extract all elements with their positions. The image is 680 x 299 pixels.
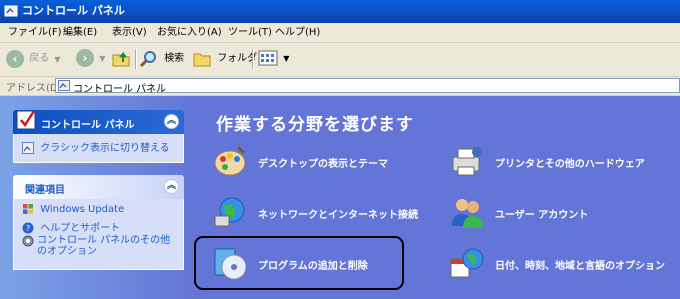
other-options-link[interactable]: コントロール パネルのその他のオプション	[22, 235, 172, 257]
address-label: アドレス(D)	[6, 83, 62, 94]
views-icon	[258, 50, 278, 66]
address-value: コントロール パネル	[73, 84, 167, 95]
category-appearance-label: デスクトップの表示とテーマ	[258, 159, 388, 170]
windows-update-label: Windows Update	[40, 204, 125, 215]
classic-view-label: クラシック表示に切り替える	[40, 143, 170, 154]
control-panel-icon	[58, 80, 70, 91]
collapse-icon[interactable]: ︽	[164, 179, 179, 194]
palette-icon	[214, 145, 246, 176]
search-label: 検索	[164, 53, 185, 64]
category-network-label: ネットワークとインターネット接続	[258, 210, 418, 221]
category-printers-label: プリンタとその他のハードウェア	[495, 159, 645, 170]
help-support-label: ヘルプとサポート	[40, 223, 121, 234]
search-icon	[139, 51, 156, 68]
printer-icon	[452, 147, 482, 176]
left-pane: コントロール パネル ︽ クラシック表示に切り替える 関連項目 ︽ Window…	[0, 96, 197, 299]
back-dropdown-icon[interactable]: ▼	[54, 55, 60, 64]
collapse-icon[interactable]: ︽	[164, 114, 179, 129]
control-panel-header-title: コントロール パネル	[41, 120, 135, 131]
control-panel-header[interactable]: コントロール パネル ︽	[13, 110, 184, 134]
menu-file[interactable]: ファイル(F)	[8, 26, 62, 39]
menu-help[interactable]: ヘルプ(H)	[275, 26, 320, 39]
search-button[interactable]: 検索	[139, 48, 184, 70]
highlight-outline	[194, 236, 404, 290]
address-input[interactable]: コントロール パネル	[55, 78, 680, 95]
back-button[interactable]: ‹ 戻る ▼	[6, 48, 61, 70]
window-title: コントロール パネル	[22, 4, 125, 17]
help-icon: ?	[22, 222, 34, 234]
classic-view-link[interactable]: クラシック表示に切り替える	[22, 139, 170, 154]
views-dropdown-icon[interactable]: ▼	[283, 54, 289, 63]
calendar-globe-icon	[450, 248, 484, 278]
control-panel-icon	[4, 5, 18, 17]
toolbar: ‹ 戻る ▼ › ▼ 検索 フォルダ ▼	[0, 43, 680, 77]
views-button[interactable]: ▼	[258, 48, 289, 70]
forward-button[interactable]: › ▼	[76, 48, 105, 70]
network-globe-icon	[214, 197, 245, 227]
other-options-label: コントロール パネルのその他のオプション	[37, 235, 171, 257]
related-topics-header[interactable]: 関連項目 ︽	[13, 175, 184, 199]
control-panel-panel-body: クラシック表示に切り替える	[13, 134, 184, 163]
help-support-link[interactable]: ? ヘルプとサポート	[22, 219, 120, 234]
control-panel-icon	[22, 142, 34, 154]
menu-favorites[interactable]: お気に入り(A)	[157, 26, 222, 39]
windows-flag-icon	[23, 204, 33, 214]
page-title: 作業する分野を選びます	[216, 115, 414, 135]
address-bar: アドレス(D) コントロール パネル	[0, 77, 680, 96]
folder-icon	[193, 53, 211, 67]
menu-view[interactable]: 表示(V)	[112, 26, 147, 39]
windows-update-link[interactable]: Windows Update	[22, 203, 124, 215]
category-user-accounts-label: ユーザー アカウント	[495, 210, 589, 221]
gear-icon	[22, 235, 34, 247]
forward-dropdown-icon[interactable]: ▼	[99, 54, 105, 63]
menu-bar: ファイル(F) 編集(E) 表示(V) お気に入り(A) ツール(T) ヘルプ(…	[0, 23, 680, 43]
svg-text:?: ?	[26, 224, 30, 233]
back-label: 戻る	[29, 53, 50, 64]
users-icon	[452, 199, 483, 228]
control-panel-check-icon	[16, 110, 36, 130]
up-folder-icon	[112, 51, 130, 67]
category-date-time-label: 日付、時刻、地域と言語のオプション	[495, 261, 665, 272]
forward-arrow-icon: ›	[76, 49, 94, 67]
up-folder-button[interactable]	[111, 48, 131, 70]
folders-button[interactable]: フォルダ	[192, 48, 257, 70]
back-arrow-icon: ‹	[6, 50, 24, 68]
related-topics-title: 関連項目	[25, 185, 65, 196]
menu-tools[interactable]: ツール(T)	[228, 26, 272, 39]
menu-edit[interactable]: 編集(E)	[63, 26, 97, 39]
related-topics-panel-body: Windows Update ? ヘルプとサポート コントロール パネルのその他…	[13, 199, 184, 270]
title-bar[interactable]: コントロール パネル	[0, 0, 680, 23]
